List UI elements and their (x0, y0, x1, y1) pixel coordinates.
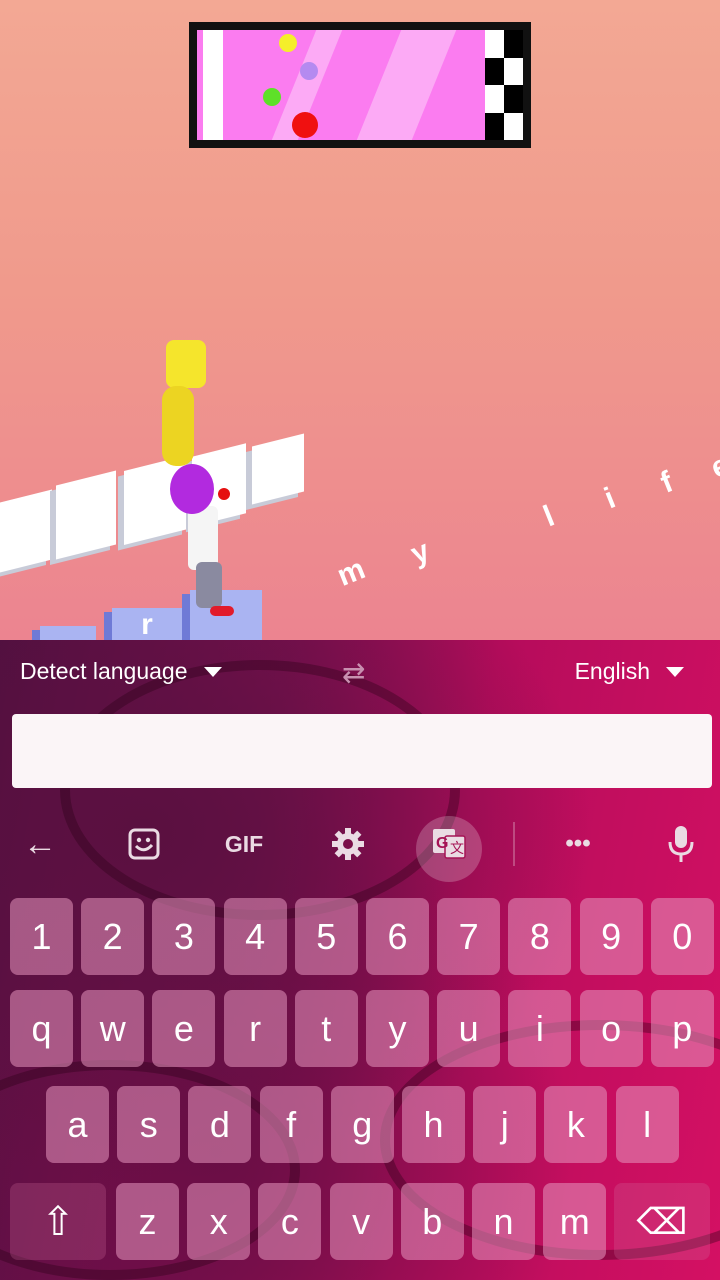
floor-letter: e (706, 448, 720, 485)
gif-button[interactable]: GIF (212, 808, 276, 880)
key-j[interactable]: j (473, 1086, 537, 1163)
finish-flag (485, 30, 523, 140)
key-b[interactable]: b (400, 1183, 464, 1260)
target-language-dropdown[interactable]: English (575, 658, 684, 685)
svg-text:文: 文 (450, 840, 464, 856)
source-language-dropdown[interactable]: Detect language (20, 658, 222, 685)
floor-letter: i (599, 481, 621, 516)
back-arrow-icon[interactable]: ← (14, 808, 66, 880)
svg-text:G: G (436, 835, 448, 852)
keyboard: Detect language ⇄ English ← GIF G文 ••• 1… (0, 640, 720, 1280)
floor-letter: f (655, 465, 678, 500)
key-3[interactable]: 3 (152, 898, 216, 975)
path-block (56, 470, 116, 560)
key-f[interactable]: f (259, 1086, 323, 1163)
source-language-label: Detect language (20, 658, 188, 684)
key-9[interactable]: 9 (579, 898, 643, 975)
key-q[interactable]: q (10, 990, 73, 1067)
dropdown-caret-icon (203, 666, 222, 677)
key-a[interactable]: a (46, 1086, 109, 1163)
key-7[interactable]: 7 (437, 898, 501, 975)
translate-icon[interactable]: G文 (424, 808, 474, 880)
key-5[interactable]: 5 (294, 898, 358, 975)
swap-languages-icon[interactable]: ⇄ (342, 656, 365, 689)
backspace-key-icon[interactable]: ⌫ (614, 1183, 710, 1260)
key-6[interactable]: 6 (366, 898, 429, 975)
key-w[interactable]: w (81, 990, 145, 1067)
key-h[interactable]: h (402, 1086, 465, 1163)
key-e[interactable]: e (152, 990, 216, 1067)
key-o[interactable]: o (579, 990, 643, 1067)
game-viewport[interactable]: r m y l i f e (0, 0, 720, 640)
path-block (252, 433, 304, 505)
sticker-icon[interactable] (118, 808, 170, 880)
keyboard-toolbar: ← GIF G文 ••• (0, 808, 720, 880)
race-progress-bar (189, 22, 531, 148)
settings-gear-icon[interactable] (324, 808, 372, 880)
player-dot-purple (300, 62, 318, 80)
start-line (203, 30, 223, 140)
key-g[interactable]: g (330, 1086, 394, 1163)
letter-block: r (112, 608, 182, 640)
path-block (0, 489, 52, 573)
dropdown-caret-icon (666, 666, 684, 677)
player-dot-yellow (279, 34, 297, 52)
key-i[interactable]: i (508, 990, 572, 1067)
translate-language-bar: Detect language ⇄ English (0, 640, 720, 708)
key-s[interactable]: s (117, 1086, 181, 1163)
key-0[interactable]: 0 (650, 898, 714, 975)
letter-block (40, 626, 96, 640)
key-d[interactable]: d (188, 1086, 252, 1163)
floor-letter: y (406, 534, 435, 571)
key-8[interactable]: 8 (508, 898, 572, 975)
block-letter: r (141, 608, 153, 640)
key-p[interactable]: p (650, 990, 714, 1067)
target-language-label: English (574, 658, 650, 684)
key-v[interactable]: v (329, 1183, 393, 1260)
key-m[interactable]: m (543, 1183, 607, 1260)
player-dot-green (263, 88, 281, 106)
key-n[interactable]: n (472, 1183, 535, 1260)
key-r[interactable]: r (223, 990, 287, 1067)
key-4[interactable]: 4 (223, 898, 287, 975)
floor-letter: m (332, 552, 370, 593)
key-t[interactable]: t (294, 990, 358, 1067)
track-stripe (348, 30, 461, 140)
key-x[interactable]: x (187, 1183, 251, 1260)
key-c[interactable]: c (258, 1183, 322, 1260)
shift-key-icon[interactable]: ⇧ (10, 1183, 106, 1260)
key-y[interactable]: y (366, 990, 429, 1067)
translate-input[interactable] (12, 714, 712, 788)
key-1[interactable]: 1 (10, 898, 73, 975)
floor-letter: l (538, 499, 560, 534)
progress-track (197, 30, 523, 140)
key-z[interactable]: z (116, 1183, 179, 1260)
key-k[interactable]: k (544, 1086, 608, 1163)
more-options-icon[interactable]: ••• (550, 808, 606, 880)
key-u[interactable]: u (437, 990, 501, 1067)
key-l[interactable]: l (615, 1086, 679, 1163)
key-2[interactable]: 2 (81, 898, 145, 975)
microphone-icon[interactable] (656, 808, 706, 880)
player-dot-red (292, 112, 318, 138)
